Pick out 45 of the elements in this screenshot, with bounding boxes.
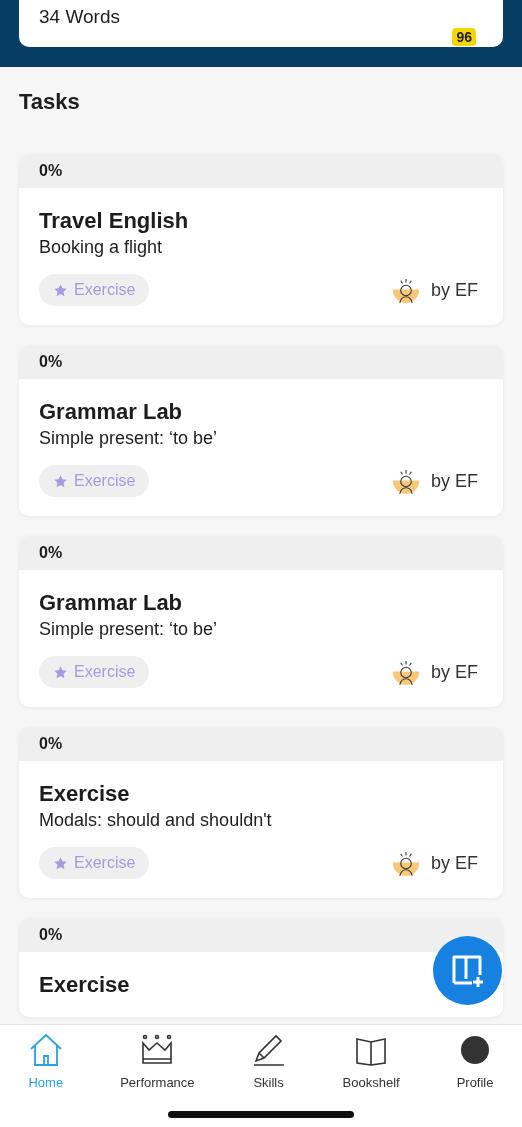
- person-icon: [391, 467, 421, 495]
- section-heading: Tasks: [18, 88, 81, 116]
- star-icon: [53, 282, 68, 298]
- task-subtitle: Modals: should and shouldn't: [39, 810, 273, 831]
- task-title: Grammar Lab: [39, 590, 184, 616]
- task-title: Exercise: [39, 781, 131, 807]
- tab-item[interactable]: Profile: [456, 1033, 494, 1127]
- star-icon: [53, 855, 68, 871]
- progress-label: 0%: [39, 926, 63, 944]
- crown-icon: [140, 1033, 175, 1067]
- exercise-tag: Exercise: [39, 274, 150, 306]
- progress-label: 0%: [39, 544, 63, 562]
- star-icon: [53, 473, 68, 489]
- person-icon: [391, 658, 421, 686]
- person-icon: [391, 276, 421, 304]
- exercise-tag: Exercise: [39, 656, 150, 688]
- person-icon: [391, 849, 421, 877]
- progress-label: 0%: [39, 735, 63, 753]
- progress-label: 0%: [39, 162, 63, 180]
- task-card[interactable]: 0% Exercise Modals: should and shouldn't Exercise by EF: [19, 727, 503, 898]
- word-count: 34 Words: [39, 6, 120, 28]
- exercise-tag: Exercise: [39, 847, 150, 879]
- home-icon: [28, 1033, 63, 1067]
- task-title: Exercise: [39, 972, 131, 998]
- tab-item[interactable]: Bookshelf: [342, 1033, 400, 1127]
- task-subtitle: Simple present: ‘to be’: [39, 428, 219, 449]
- pencil-icon: [251, 1033, 286, 1067]
- author-label: by EF: [431, 661, 478, 683]
- author-label: by EF: [431, 470, 478, 492]
- task-card[interactable]: 0% Grammar Lab Simple present: ‘to be’ Exercise by EF: [19, 536, 503, 707]
- star-icon: [53, 664, 68, 680]
- author-label: by EF: [431, 852, 478, 874]
- task-title: Grammar Lab: [39, 399, 184, 425]
- progress-label: 0%: [39, 353, 63, 371]
- task-card[interactable]: 0% Travel English Booking a flight Exercise by EF: [19, 154, 503, 325]
- tab-item[interactable]: Skills: [251, 1033, 286, 1127]
- task-card[interactable]: 0% Exercise: [19, 918, 503, 1017]
- author-label: by EF: [431, 279, 478, 301]
- tab-item[interactable]: Performance: [120, 1033, 195, 1127]
- task-card[interactable]: 0% Grammar Lab Simple present: ‘to be’ Exercise by EF: [19, 345, 503, 516]
- task-subtitle: Booking a flight: [39, 237, 164, 258]
- score-badge: 96: [452, 28, 476, 46]
- exercise-tag: Exercise: [39, 465, 150, 497]
- task-title: Travel English: [39, 208, 190, 234]
- task-subtitle: Simple present: ‘to be’: [39, 619, 219, 640]
